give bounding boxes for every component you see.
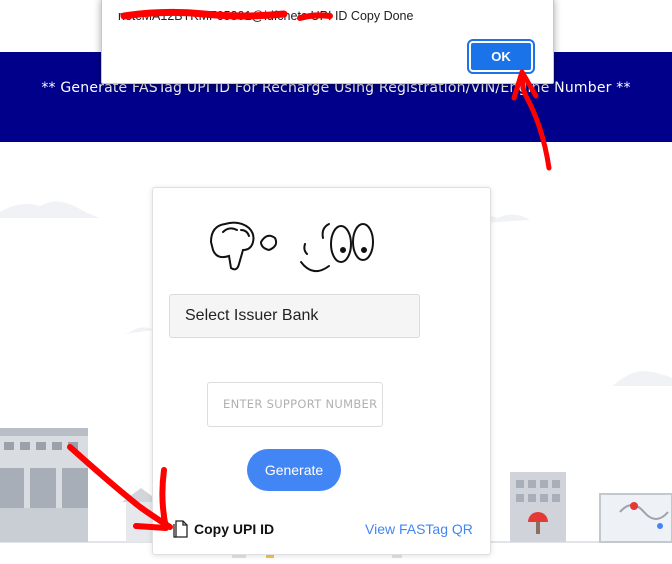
- alert-message: netcMA12BTKMF65301@idfcnetc UPI ID Copy …: [118, 9, 414, 23]
- copy-upi-link[interactable]: Copy UPI ID: [173, 519, 274, 539]
- captcha-image: [209, 221, 374, 273]
- issuer-bank-select[interactable]: Select Issuer Bank: [169, 294, 420, 338]
- ok-button[interactable]: OK: [467, 39, 535, 74]
- document-icon: [173, 520, 188, 538]
- generate-button[interactable]: Generate: [247, 449, 341, 491]
- upi-form-card: Select Issuer Bank ENTER SUPPORT NUMBER …: [152, 187, 491, 555]
- view-fastag-qr-link[interactable]: View FASTag QR: [365, 521, 473, 537]
- support-number-input[interactable]: ENTER SUPPORT NUMBER: [207, 382, 383, 427]
- alert-dialog: netcMA12BTKMF65301@idfcnetc UPI ID Copy …: [101, 0, 554, 84]
- copy-upi-label: Copy UPI ID: [194, 521, 275, 537]
